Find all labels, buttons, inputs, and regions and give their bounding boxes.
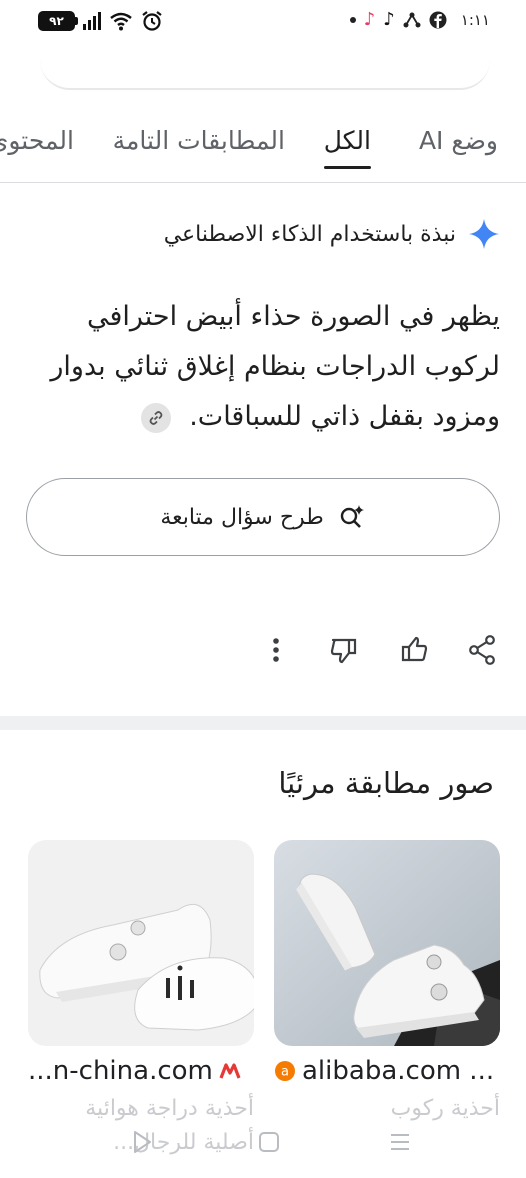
search-box[interactable] [40, 50, 490, 90]
thumbs-down-icon [330, 638, 357, 664]
alarm-icon [142, 11, 162, 31]
thumbs-up-button[interactable] [396, 630, 432, 670]
status-bar-left: ٩٢ [38, 10, 163, 32]
visual-matches-title: صور مطابقة مرئيًا [278, 766, 494, 800]
link-icon [149, 410, 163, 425]
battery-icon: ٩٢ [38, 11, 78, 31]
source-row[interactable]: ...n-china.com [28, 1056, 254, 1086]
notification-dot-icon [349, 17, 356, 23]
thumbs-up-icon [401, 636, 428, 662]
divider [0, 182, 526, 183]
search-sparkle-icon [340, 505, 364, 528]
tab-label: وضع AI [418, 126, 498, 155]
facebook-icon [429, 11, 447, 29]
source-row[interactable]: a alibaba.com ... [274, 1056, 500, 1086]
shoe-image[interactable] [274, 840, 500, 1046]
visual-match-card[interactable]: a alibaba.com ... أحذية ركوب [274, 840, 500, 1126]
status-bar-right: ♪ ♪ ١:١١ [349, 9, 490, 30]
tab-exact-matches[interactable]: المطابقات التامة [113, 126, 285, 155]
sparkle-icon [469, 219, 499, 249]
tab-label: المحتوى [0, 126, 74, 155]
signal-icon [83, 12, 101, 30]
tab-content[interactable]: المحتوى [0, 126, 74, 155]
thumbs-down-button[interactable] [326, 630, 362, 670]
back-icon[interactable] [128, 1128, 156, 1156]
more-vert-icon [273, 638, 279, 662]
made-in-china-favicon-icon [219, 1063, 241, 1079]
section-divider [0, 716, 526, 730]
source-domain: alibaba.com ... [302, 1056, 495, 1086]
home-icon[interactable] [255, 1128, 283, 1156]
svg-text:a: a [281, 1065, 289, 1080]
clock: ١:١١ [460, 11, 490, 29]
ai-overview-header: نبذة باستخدام الذكاء الاصطناعي [164, 218, 500, 250]
shoe-image[interactable] [28, 840, 254, 1046]
tiktok-lite-icon: ♪ [363, 9, 376, 30]
ask-followup-button[interactable]: طرح سؤال متابعة [26, 478, 500, 556]
network-icon [403, 12, 421, 28]
active-tab-indicator [323, 166, 371, 169]
alibaba-favicon-icon: a [275, 1061, 295, 1081]
search-tabs: وضع AI الكل المطابقات التامة المحتوى [0, 118, 526, 182]
ai-overview-text: يظهر في الصورة حذاء أبيض احترافي لركوب ا… [50, 301, 500, 432]
tab-all[interactable]: الكل [323, 126, 371, 169]
share-button[interactable] [464, 630, 500, 670]
tab-label: المطابقات التامة [112, 126, 285, 155]
system-nav-bar [0, 1112, 526, 1172]
recents-icon[interactable] [386, 1128, 414, 1156]
ai-overview-actions [0, 630, 526, 670]
ai-overview-body: يظهر في الصورة حذاء أبيض احترافي لركوب ا… [20, 292, 500, 442]
tab-ai-mode[interactable]: وضع AI [419, 126, 498, 155]
tab-label: الكل [323, 126, 371, 155]
status-bar: ٩٢ ♪ ♪ ١:١١ [0, 0, 526, 46]
ai-overview-title: نبذة باستخدام الذكاء الاصطناعي [163, 221, 456, 247]
tiktok-icon: ♪ [383, 9, 395, 30]
source-domain: ...n-china.com [28, 1056, 213, 1086]
wifi-icon [110, 12, 132, 31]
followup-label: طرح سؤال متابعة [160, 504, 324, 530]
source-link-chip[interactable] [140, 402, 171, 433]
share-icon [469, 635, 495, 665]
more-options-button[interactable] [258, 630, 294, 670]
